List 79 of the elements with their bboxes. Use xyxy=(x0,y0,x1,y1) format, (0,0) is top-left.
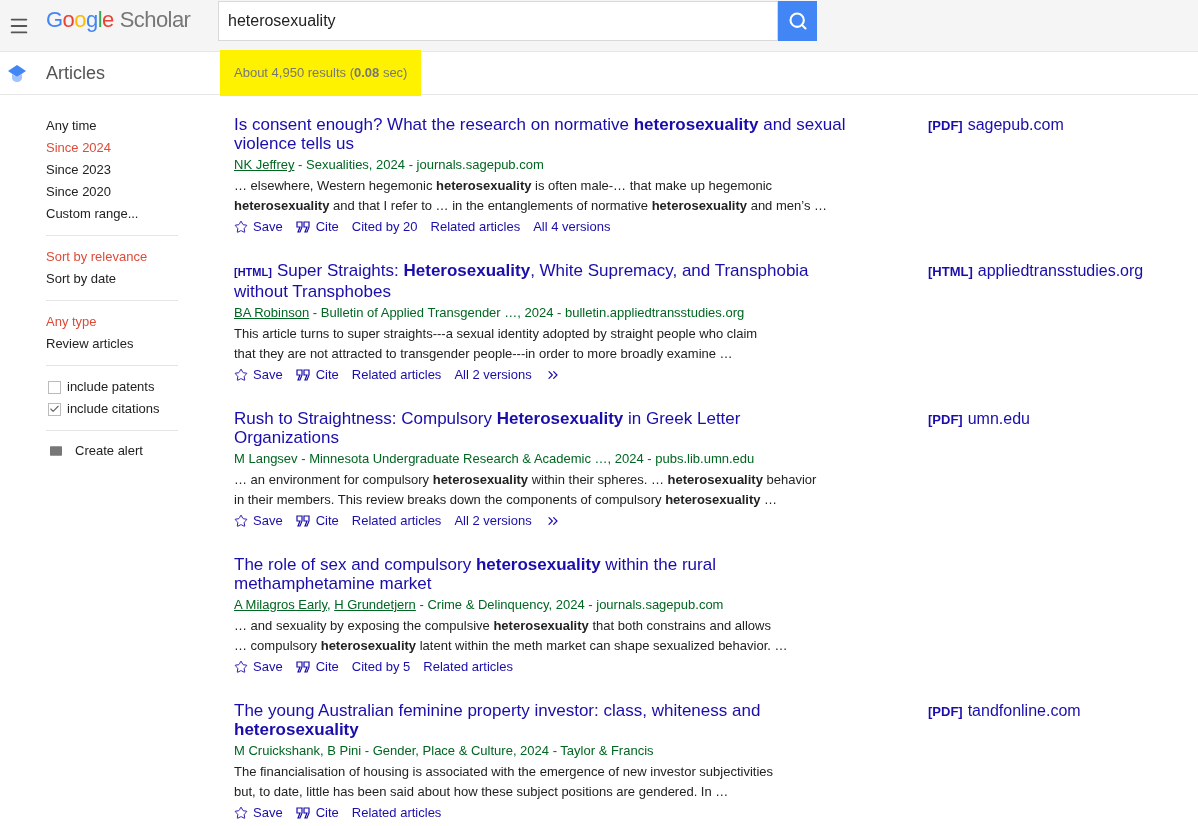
snippet-line: … elsewhere, Western hegemonic heterosexuality is often male-… that make up hegemonic xyxy=(234,177,774,195)
filter-link[interactable]: Any time xyxy=(46,115,178,137)
snippet-line: … an environment for compulsory heterosexuality within their spheres. … heterosexuality behavior xyxy=(234,471,818,489)
byline: BA Robinson - Bulletin of Applied Transgender …, 2024 - bulletin.appliedtransstudies.org xyxy=(234,304,746,322)
section-title: Articles xyxy=(46,61,106,85)
filter-link[interactable]: Review articles xyxy=(46,333,178,355)
cite-link[interactable]: Cite xyxy=(295,365,339,385)
quote-icon xyxy=(295,221,310,233)
author-link[interactable]: NK Jeffrey xyxy=(234,157,295,172)
filter-link[interactable]: Sort by relevance xyxy=(46,246,178,268)
star-icon xyxy=(234,660,248,674)
result-link[interactable]: Related articles xyxy=(351,365,442,385)
filter-link[interactable]: Since 2024 xyxy=(46,137,178,159)
snippet-line: heterosexuality and that I refer to … in the entanglements of normative heterosexuality and men’s … xyxy=(234,197,828,215)
cite-link[interactable]: Cite xyxy=(295,803,339,823)
byline: M Cruickshank, B Pini - Gender, Place & Culture, 2024 - Taylor & Francis xyxy=(234,742,655,760)
result-link[interactable]: All 2 versions xyxy=(454,511,532,531)
filter-link[interactable]: Custom range... xyxy=(46,203,178,225)
snippet-line: … compulsory heterosexuality latent within the meth market can shape sexualized behavior. … xyxy=(234,637,789,655)
cite-link[interactable]: Cite xyxy=(295,217,339,237)
cite-link[interactable]: Cite xyxy=(295,511,339,531)
byline: M Langsev - Minnesota Undergraduate Research & Academic …, 2024 - pubs.lib.umn.edu xyxy=(234,450,756,468)
search-field[interactable]: heterosexuality xyxy=(218,0,778,41)
result-link[interactable]: Cited by 20 xyxy=(351,217,418,237)
author-link[interactable]: BA Robinson xyxy=(234,305,310,320)
result-link[interactable]: Related articles xyxy=(351,511,442,531)
result-title[interactable]: The young Australian feminine property investor: class, whiteness and heterosexuality xyxy=(234,701,848,739)
filter-link[interactable]: Any type xyxy=(46,311,178,333)
filter-link[interactable]: Since 2023 xyxy=(46,159,178,181)
result-link[interactable]: Related articles xyxy=(351,803,442,823)
filter-link[interactable]: Sort by date xyxy=(46,268,178,290)
result-link[interactable]: Related articles xyxy=(430,217,521,237)
result-link[interactable]: All 2 versions xyxy=(454,365,532,385)
save-link[interactable]: Save xyxy=(234,511,283,531)
author-link[interactable]: H Grundetjern xyxy=(334,597,416,612)
result-link[interactable]: Related articles xyxy=(423,657,513,677)
cite-link[interactable]: Cite xyxy=(295,657,339,677)
star-icon xyxy=(234,514,248,528)
author-link[interactable]: A Milagros Early xyxy=(234,597,327,612)
search-icon xyxy=(787,10,808,31)
star-icon xyxy=(234,368,248,382)
result-title[interactable]: The role of sex and compulsory heterosexuality within the rural methamphetamine market xyxy=(234,555,848,593)
checkbox[interactable] xyxy=(48,380,61,394)
snippet-line: but, to date, little has been said about how these subject positions are gendered. In … xyxy=(234,783,730,801)
snippet-line: The financialisation of housing is associated with the emergence of new investor subjectivities xyxy=(234,763,775,781)
fulltext-link[interactable]: [PDF] tandfonline.com xyxy=(928,701,1081,721)
star-icon xyxy=(234,806,248,820)
quote-icon xyxy=(295,807,310,819)
result-title[interactable]: [HTML] Super Straights: Heterosexuality, White Supremacy, and Transphobia without Transphobes xyxy=(234,261,848,301)
snippet-line: that they are not attracted to transgender people---in order to more broadly examine … xyxy=(234,345,734,363)
result-title[interactable]: Rush to Straightness: Compulsory Heterosexuality in Greek Letter Organizations xyxy=(234,409,848,447)
quote-icon xyxy=(295,369,310,381)
star-icon xyxy=(234,220,248,234)
checkbox-label: include patents xyxy=(67,378,155,397)
snippet-line: This article turns to super straights---a sexual identity adopted by straight people who claim xyxy=(234,325,759,343)
snippet-line: … and sexuality by exposing the compulsive heterosexuality that both constrains and allows xyxy=(234,617,772,635)
logo[interactable]: Google Scholar xyxy=(46,3,218,36)
save-link[interactable]: Save xyxy=(234,365,283,385)
fulltext-link[interactable]: [PDF] umn.edu xyxy=(928,409,1030,429)
fulltext-link[interactable]: [HTML] appliedtransstudies.org xyxy=(928,261,1144,281)
result-link[interactable]: All 4 versions xyxy=(533,217,611,237)
fulltext-link[interactable]: [PDF] sagepub.com xyxy=(928,115,1064,135)
result-link[interactable]: Cited by 5 xyxy=(351,657,411,677)
quote-icon xyxy=(295,515,310,527)
checkbox-label: include citations xyxy=(67,400,160,419)
results-count: About 4,950 results (0.08 sec) xyxy=(220,50,422,96)
checkbox[interactable] xyxy=(48,402,61,416)
mortarboard-icon xyxy=(8,64,26,82)
byline: NK Jeffrey - Sexualities, 2024 - journals.sagepub.com xyxy=(234,156,545,174)
quote-icon xyxy=(295,661,310,673)
save-link[interactable]: Save xyxy=(234,803,283,823)
create-alert-link[interactable]: Create alert xyxy=(48,441,234,461)
search-button[interactable] xyxy=(778,0,817,41)
byline: A Milagros Early, H Grundetjern - Crime & Delinquency, 2024 - journals.sagepub.com xyxy=(234,596,725,614)
save-link[interactable]: Save xyxy=(234,657,283,677)
result-title[interactable]: Is consent enough? What the research on normative heterosexuality and sexual violence tells us xyxy=(234,115,848,153)
filter-link[interactable]: Since 2020 xyxy=(46,181,178,203)
save-link[interactable]: Save xyxy=(234,217,283,237)
snippet-line: in their members. This review breaks down the components of compulsory heterosexuality … xyxy=(234,491,779,509)
